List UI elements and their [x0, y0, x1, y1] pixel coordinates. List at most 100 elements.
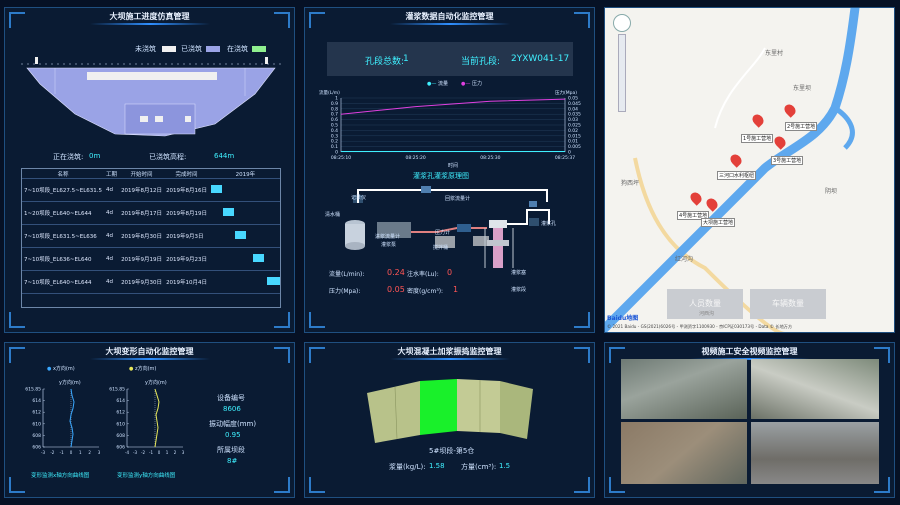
device-value: 8606 — [223, 405, 241, 413]
lbl-pressure-gauge: 压力计 — [435, 230, 451, 236]
reading-density-value: 1 — [453, 285, 459, 294]
y-tick: 606 — [116, 445, 125, 451]
video-panel: 视频施工安全视频监控管理 — [604, 342, 895, 498]
dosage-value: 1.58 — [429, 462, 445, 470]
concrete-panel: 大坝混凝土加浆振捣监控管理 5#坝段-第5仓 浆量(kg/L): 1.58 方量… — [304, 342, 595, 498]
y-right-tick: 0.025 — [568, 123, 581, 129]
x-tick: 1 — [79, 450, 82, 455]
amp-value: 0.95 — [225, 431, 241, 439]
deformation-x-chart: 615.85 614 612 610 608 606-3 -2 -1 0 1 2 3 — [25, 387, 101, 456]
y-left-tick: 0.9 — [331, 101, 338, 107]
legend-unpoured-swatch — [162, 46, 176, 52]
x-tick: -3 — [41, 450, 45, 455]
vehicle-count-button[interactable]: 车辆数量 — [750, 289, 826, 319]
y-left-tick: 1 — [335, 96, 338, 102]
y-right-tick: 0.005 — [568, 144, 581, 150]
people-button-sub: 河西沟 — [699, 311, 715, 317]
camera-feed-3[interactable] — [621, 422, 747, 484]
lbl-clear-water: 清水桶 — [325, 212, 341, 218]
place-label-3: 阴坝 — [825, 188, 838, 195]
gantt-bar — [267, 277, 280, 285]
col-end: 完成时间 — [164, 169, 210, 179]
x-tick: 0 — [158, 450, 161, 455]
marker-label-4: 三河口水利枢纽 — [717, 171, 757, 180]
gantt-cell — [209, 224, 280, 248]
map-zoom-slider[interactable] — [618, 34, 626, 112]
gantt-cell — [209, 270, 280, 294]
x-tick: -1 — [149, 450, 153, 455]
table-row: 7~10坝段_EL631.5~EL636 4d 2019年8月30日 2019年9月3… — [22, 224, 280, 248]
x-tick: 3 — [98, 450, 101, 455]
cell-days: 4d — [104, 247, 120, 271]
y-tick: 608 — [32, 433, 41, 439]
y-right-tick: 0.045 — [568, 101, 581, 107]
amp-label: 振动幅度(mm) — [209, 420, 257, 428]
y-tick: 612 — [32, 410, 41, 416]
poured-value: 644m — [214, 152, 235, 160]
x-tick: 08:25:20 — [406, 155, 426, 161]
place-label-2: 狗西坪 — [621, 180, 640, 187]
gantt-cell — [209, 201, 280, 225]
lbl-plug: 灌浆塞 — [511, 270, 527, 276]
y-left-tick: 0.7 — [331, 112, 338, 118]
map-copyright: © 2021 Baidu - GS(2021)6026号 - 甲测资字11009… — [607, 324, 793, 329]
marker-label-1: 1号施工营地 — [741, 134, 774, 143]
marker-label-6: 大坝施工营地 — [701, 218, 736, 227]
table-row: 7~10坝段_EL627.5~EL631.5 4d 2019年8月12日 2019年8… — [22, 178, 280, 202]
place-label-4: 红河沟 — [675, 256, 694, 263]
camera-feed-4[interactable] — [751, 422, 879, 484]
y-right-tick: 0.05 — [568, 96, 578, 102]
y-right-tick: 0.03 — [568, 117, 578, 123]
gantt-bar — [211, 185, 223, 193]
legend-poured-label: 已浇筑 — [181, 45, 202, 53]
y-left-tick: 0 — [335, 150, 338, 156]
col-start: 开始时间 — [119, 169, 165, 179]
map-pan-control[interactable] — [613, 14, 631, 32]
deformation-y-chart: 615.85 614 612 610 608 606-4 -3 -2 -1 0 1 2 3 — [109, 387, 184, 456]
dam-progress-panel: 大坝施工进度仿真管理 未浇筑 已浇筑 在浇筑 正在浇筑: 0m 已浇筑高程: 6… — [4, 7, 295, 333]
gantt-bar — [253, 254, 265, 262]
x-tick: 08:25:30 — [480, 155, 500, 161]
cell-days: 4d — [104, 270, 120, 294]
map-panel[interactable]: 东里村 东里坝 狗西坪 阴坝 红河沟 1号施工营地 2号施工营地 3号施工营地 … — [604, 7, 895, 333]
cell-end: 2019年9月3日 — [164, 224, 210, 248]
y-tick: 614 — [32, 398, 41, 404]
hole-total-value: 1 — [403, 54, 409, 64]
device-label: 设备编号 — [217, 394, 245, 402]
dosage-label: 浆量(kg/L): — [389, 463, 426, 471]
x-tick: -3 — [133, 450, 137, 455]
cell-end: 2019年8月19日 — [164, 201, 210, 225]
reading-lu-value: 0 — [447, 268, 453, 277]
schedule-table-box: 名称 工期 开始时间 完成时间 2019年 7~10坝段_EL627.5~EL6… — [21, 168, 281, 308]
left-caption: 变形监测x轴方向曲线图 — [31, 473, 90, 479]
grouting-panel: 灌浆数据自动化监控管理 孔段总数: 1 当前孔段: 2YXW041-17 ●— … — [304, 7, 595, 333]
volume-label: 方量(cm³): — [461, 463, 497, 471]
y-left-tick: 0.3 — [331, 133, 338, 139]
cell-start: 2019年8月30日 — [119, 224, 165, 248]
camera-feed-1[interactable] — [621, 359, 747, 419]
col-days: 工期 — [104, 169, 120, 179]
lbl-recorder: 记录仪 — [351, 195, 367, 201]
dam-progress-title: 大坝施工进度仿真管理 — [5, 8, 294, 26]
y-tick: 610 — [32, 421, 41, 427]
x-tick: -2 — [50, 450, 54, 455]
table-row: 7~10坝段_EL636~EL640 4d 2019年9月19日 2019年9月23日 — [22, 247, 280, 271]
y-tick: 615.85 — [109, 387, 125, 393]
camera-feed-2[interactable] — [751, 359, 879, 419]
cell-name: 1~20坝段_EL640~EL644 — [22, 201, 105, 225]
concrete-section: 5#坝段-第5仓 — [429, 447, 475, 455]
lbl-inflow: 进浆流量计 — [375, 234, 401, 240]
y-right-tick: 0.015 — [568, 133, 581, 139]
concrete-title: 大坝混凝土加浆振捣监控管理 — [305, 343, 594, 361]
cell-name: 7~10坝段_EL631.5~EL636 — [22, 224, 105, 248]
table-row: 7~10坝段_EL640~EL644 4d 2019年9月30日 2019年10月4日 — [22, 270, 280, 294]
grouting-chart: 流量(L/m) 压力(Mpa) 1 0.05 0.9 0.045 0.8 0.04 0.7 0.0… — [319, 89, 581, 168]
col-year: 2019年 — [209, 169, 280, 179]
lbl-return-flow: 回浆流量计 — [445, 196, 471, 202]
baidu-logo: Baidu地图 — [607, 315, 639, 322]
y-right-tick: 0.035 — [568, 112, 581, 118]
y-right-tick: 0.01 — [568, 139, 578, 145]
table-row: 1~20坝段_EL640~EL644 4d 2019年8月17日 2019年8月19日 — [22, 201, 280, 225]
right-legend: ● z方向(m) — [129, 366, 157, 372]
cell-name: 7~10坝段_EL636~EL640 — [22, 247, 105, 271]
